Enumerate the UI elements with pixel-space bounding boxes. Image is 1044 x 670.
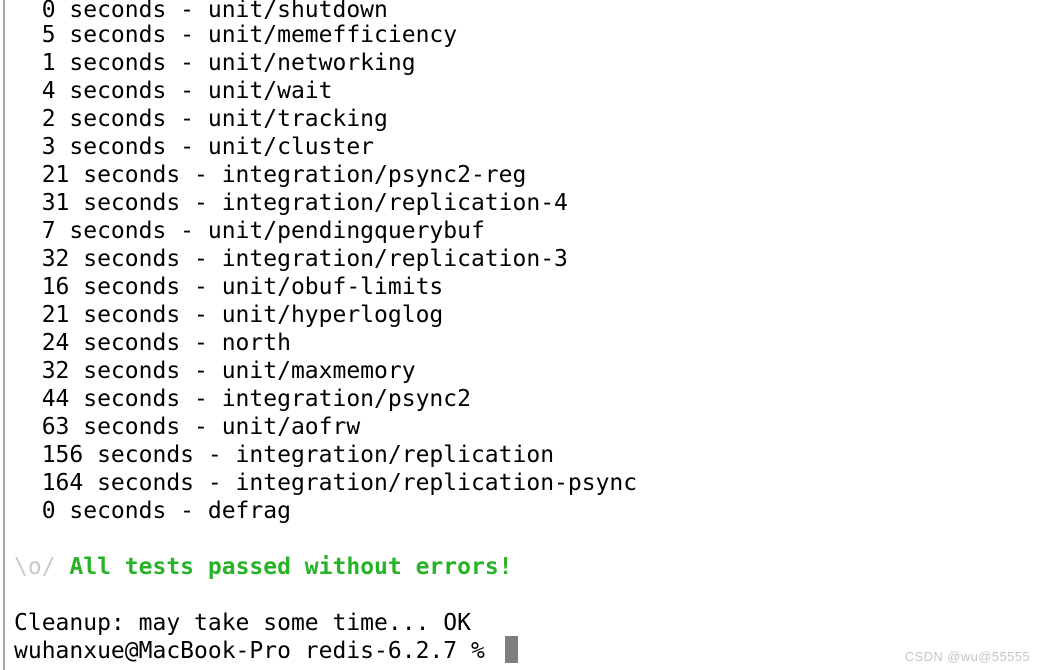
text-cursor[interactable] bbox=[505, 636, 518, 663]
test-result-line: 164 seconds - integration/replication-ps… bbox=[14, 470, 638, 496]
shell-prompt-line: wuhanxue@MacBook-Pro redis-6.2.7 % bbox=[14, 638, 485, 664]
success-face-icon: \o/ bbox=[14, 554, 56, 580]
terminal-screen[interactable]: 0 seconds - unit/shutdown 5 seconds - un… bbox=[0, 0, 1044, 670]
test-result-line: 16 seconds - unit/obuf-limits bbox=[14, 274, 444, 300]
test-result-line: 32 seconds - integration/replication-3 bbox=[14, 246, 568, 272]
terminal-window[interactable]: 0 seconds - unit/shutdown 5 seconds - un… bbox=[0, 0, 1044, 670]
cleanup-line: Cleanup: may take some time... OK bbox=[14, 610, 471, 636]
test-result-line: 2 seconds - unit/tracking bbox=[14, 106, 388, 132]
test-result-line: 63 seconds - unit/aofrw bbox=[14, 414, 361, 440]
test-result-line: 156 seconds - integration/replication bbox=[14, 442, 555, 468]
test-result-line: 5 seconds - unit/memefficiency bbox=[14, 22, 458, 48]
test-summary-line: \o/ All tests passed without errors! bbox=[14, 553, 513, 581]
success-message: All tests passed without errors! bbox=[69, 554, 513, 580]
test-result-line: 21 seconds - unit/hyperloglog bbox=[14, 302, 444, 328]
test-result-line: 1 seconds - unit/networking bbox=[14, 50, 416, 76]
test-result-line: 4 seconds - unit/wait bbox=[14, 78, 333, 104]
test-result-line: 3 seconds - unit/cluster bbox=[14, 134, 375, 160]
test-result-line: 32 seconds - unit/maxmemory bbox=[14, 358, 416, 384]
test-result-line: 44 seconds - integration/psync2 bbox=[14, 386, 471, 412]
test-result-line: 0 seconds - defrag bbox=[14, 498, 291, 524]
test-result-line: 31 seconds - integration/replication-4 bbox=[14, 190, 568, 216]
summary-spacer bbox=[56, 554, 70, 580]
test-result-line: 21 seconds - integration/psync2-reg bbox=[14, 162, 527, 188]
test-result-line: 7 seconds - unit/pendingquerybuf bbox=[14, 218, 485, 244]
watermark-label: CSDN @wu@55555 bbox=[904, 649, 1030, 664]
test-result-line: 24 seconds - north bbox=[14, 330, 291, 356]
